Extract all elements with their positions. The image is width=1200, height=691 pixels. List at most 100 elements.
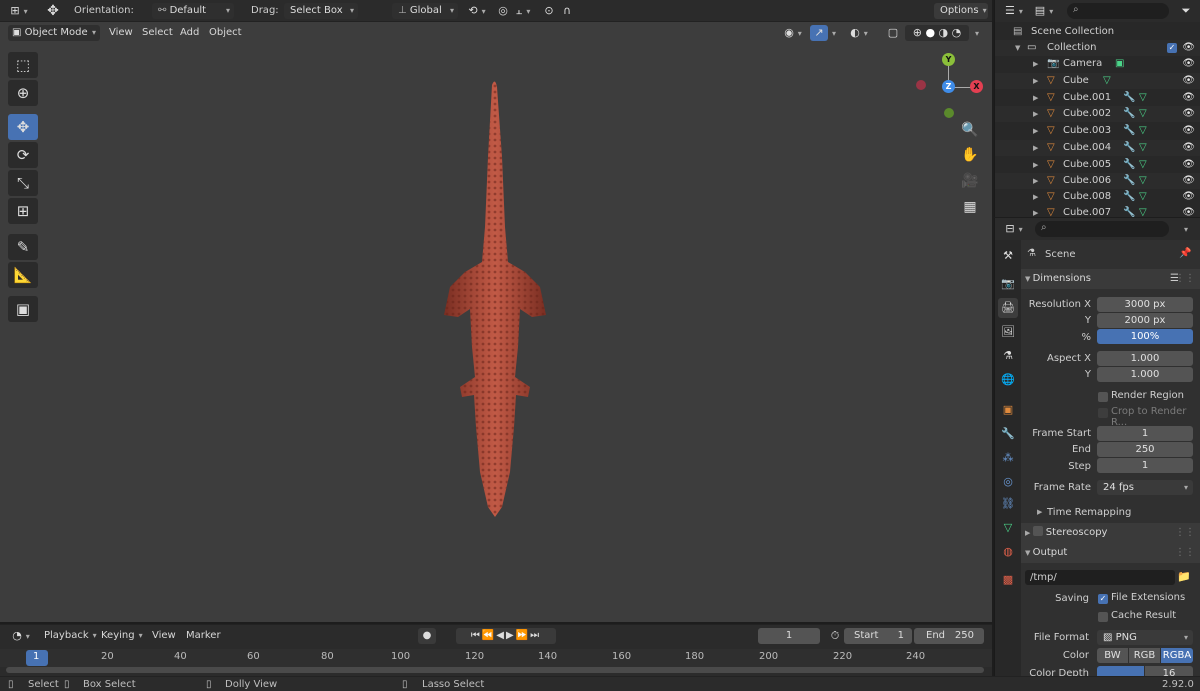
collection-checkbox[interactable]: ✓ bbox=[1167, 43, 1177, 53]
outliner-item[interactable]: ▶ ▽ Cube.006 🔧 ▽ 👁 bbox=[995, 173, 1200, 189]
timeline-scrollbar[interactable] bbox=[6, 667, 984, 673]
record-button[interactable]: ● bbox=[418, 628, 436, 644]
cache-result-checkbox[interactable] bbox=[1098, 612, 1108, 622]
transform-orientation-dropdown[interactable]: ⊥ Global ▾ bbox=[392, 3, 458, 19]
color-depth-8-button[interactable] bbox=[1097, 666, 1144, 676]
frame-start-field[interactable]: 1 bbox=[1097, 426, 1193, 441]
output-tab-icon[interactable]: 🖨 bbox=[998, 298, 1018, 318]
mesh-data-icon[interactable]: ▽ bbox=[1103, 73, 1111, 89]
rotate-tool-icon[interactable]: ⟳ bbox=[8, 142, 38, 168]
ortho-grid-icon[interactable]: ▦ bbox=[958, 196, 982, 218]
menu-select[interactable]: Select bbox=[142, 25, 173, 41]
end-frame-field[interactable]: End 250 bbox=[914, 628, 984, 644]
world-tab-icon[interactable]: 🌐 bbox=[998, 370, 1018, 390]
color-depth-16-button[interactable]: 16 bbox=[1145, 666, 1193, 676]
texture-tab-icon[interactable]: ▩ bbox=[998, 570, 1018, 590]
3d-viewport[interactable]: ▣ Object Mode ▾ View Select Add Object ◉ ▾… bbox=[0, 22, 992, 622]
outliner-item[interactable]: ▶ ▽ Cube.003 🔧 ▽ 👁 bbox=[995, 123, 1200, 139]
outliner-item[interactable]: ▶ ▽ Cube.005 🔧 ▽ 👁 bbox=[995, 157, 1200, 173]
gizmo-dropdown-icon[interactable]: ▾ bbox=[828, 25, 840, 41]
time-remapping-subpanel[interactable]: Time Remapping bbox=[1047, 507, 1131, 518]
zoom-icon[interactable]: 🔍 bbox=[958, 119, 982, 141]
falloff-icon[interactable]: ∩ bbox=[558, 3, 576, 19]
resolution-percent-field[interactable]: 100% bbox=[1097, 329, 1193, 344]
frame-ruler[interactable]: 1 20 40 60 80 100 120 140 160 180 200 22… bbox=[0, 649, 992, 667]
pin-icon[interactable]: 📌 bbox=[1179, 248, 1191, 259]
eye-icon[interactable]: 👁 bbox=[1182, 140, 1195, 156]
gizmo-toggle-icon[interactable]: ↗ bbox=[810, 25, 828, 41]
menu-playback[interactable]: Playback ▾ bbox=[44, 628, 97, 644]
data-tab-icon[interactable]: ▽ bbox=[998, 518, 1018, 538]
constraints-tab-icon[interactable]: ⛓ bbox=[998, 494, 1018, 514]
start-frame-field[interactable]: Start 1 bbox=[844, 628, 912, 644]
modifier-wrench-icon[interactable]: 🔧 bbox=[1123, 157, 1135, 173]
jump-end-icon[interactable]: ⏭ bbox=[530, 630, 541, 641]
expand-icon[interactable]: ▶ bbox=[1033, 73, 1038, 89]
expand-icon[interactable]: ▶ bbox=[1033, 173, 1038, 189]
visibility-icon[interactable]: ◉ ▾ bbox=[780, 25, 806, 41]
drag-handle-icon[interactable]: ⋮⋮ bbox=[1175, 269, 1195, 289]
menu-object[interactable]: Object bbox=[209, 25, 242, 41]
editor-type-icon[interactable]: ⊞ ▾ bbox=[6, 3, 32, 19]
transform-tool-icon[interactable]: ⊞ bbox=[8, 198, 38, 224]
menu-keying[interactable]: Keying ▾ bbox=[101, 628, 143, 644]
expand-icon[interactable]: ▶ bbox=[1033, 140, 1038, 156]
eye-icon[interactable]: 👁 bbox=[1182, 123, 1195, 139]
expand-icon[interactable]: ▶ bbox=[1033, 123, 1038, 139]
outliner-editor-type-icon[interactable]: ☰ ▾ bbox=[1001, 3, 1027, 19]
mesh-data-icon[interactable]: ▽ bbox=[1139, 173, 1147, 189]
physics-tab-icon[interactable]: ◎ bbox=[998, 472, 1018, 492]
z-axis-handle[interactable]: Z bbox=[942, 80, 955, 93]
orientation-dropdown[interactable]: ⚯ Default ▾ bbox=[152, 3, 234, 19]
rendered-shading-icon[interactable]: ◔ bbox=[952, 26, 962, 39]
collection-row[interactable]: ▼ ▭ Collection ✓ 👁 bbox=[995, 40, 1200, 56]
resolution-y-field[interactable]: 2000 px bbox=[1097, 313, 1193, 328]
solid-shading-icon[interactable]: ● bbox=[925, 26, 935, 39]
eye-icon[interactable]: 👁 bbox=[1182, 157, 1195, 173]
move-tool-icon[interactable]: ✥ bbox=[8, 114, 38, 140]
modifier-wrench-icon[interactable]: 🔧 bbox=[1123, 205, 1135, 217]
color-rgba-button[interactable]: RGBA bbox=[1161, 648, 1193, 663]
eye-icon[interactable]: 👁 bbox=[1182, 56, 1195, 72]
aspect-x-field[interactable]: 1.000 bbox=[1097, 351, 1193, 366]
color-rgb-button[interactable]: RGB bbox=[1129, 648, 1160, 663]
particles-tab-icon[interactable]: ⁂ bbox=[998, 448, 1018, 468]
modifier-wrench-icon[interactable]: 🔧 bbox=[1123, 189, 1135, 205]
frame-step-field[interactable]: 1 bbox=[1097, 458, 1193, 473]
neg-x-axis-handle[interactable] bbox=[916, 80, 926, 90]
object-tab-icon[interactable]: ▣ bbox=[998, 400, 1018, 420]
modifier-tab-icon[interactable]: 🔧 bbox=[998, 424, 1018, 444]
expand-icon[interactable]: ▶ bbox=[1033, 189, 1038, 205]
preview-range-icon[interactable]: ⏱ bbox=[826, 628, 844, 644]
dimensions-panel-header[interactable]: ▼ Dimensions ☰ ⋮⋮ bbox=[1021, 269, 1200, 289]
navigation-gizmo[interactable]: Y X Z bbox=[912, 50, 986, 124]
xray-icon[interactable]: ▢ bbox=[884, 25, 902, 41]
mesh-data-icon[interactable]: ▽ bbox=[1139, 106, 1147, 122]
aspect-y-field[interactable]: 1.000 bbox=[1097, 367, 1193, 382]
shading-dropdown-icon[interactable]: ▾ bbox=[970, 25, 984, 41]
modifier-wrench-icon[interactable]: 🔧 bbox=[1123, 173, 1135, 189]
eye-icon[interactable]: 👁 bbox=[1182, 205, 1195, 217]
eye-icon[interactable]: 👁 bbox=[1182, 73, 1195, 89]
measure-tool-icon[interactable]: 📐 bbox=[8, 262, 38, 288]
modifier-wrench-icon[interactable]: 🔧 bbox=[1123, 140, 1135, 156]
crocodile-model[interactable] bbox=[420, 77, 570, 522]
outliner-item[interactable]: ▶ ▽ Cube.007 🔧 ▽ 👁 bbox=[995, 205, 1200, 217]
proportional-edit-icon[interactable]: ⊙ bbox=[540, 3, 558, 19]
properties-options-icon[interactable]: ▾ bbox=[1177, 221, 1195, 237]
output-panel-header[interactable]: ▼ Output ⋮⋮ bbox=[1021, 543, 1200, 563]
properties-search-input[interactable]: ⌕ bbox=[1035, 221, 1169, 237]
frame-end-field[interactable]: 250 bbox=[1097, 442, 1193, 457]
select-box-tool-icon[interactable]: ⬚ bbox=[8, 52, 38, 78]
neg-y-axis-handle[interactable] bbox=[944, 108, 954, 118]
scale-tool-icon[interactable]: ⤡ bbox=[8, 170, 38, 196]
stereoscopy-panel-header[interactable]: ▶ Stereoscopy ⋮⋮ bbox=[1021, 523, 1200, 543]
view-layer-tab-icon[interactable]: 🖼 bbox=[998, 322, 1018, 342]
transform-move-icon[interactable]: ✥ bbox=[42, 3, 64, 19]
resolution-x-field[interactable]: 3000 px bbox=[1097, 297, 1193, 312]
pan-hand-icon[interactable]: ✋ bbox=[958, 144, 982, 166]
drag-handle-icon[interactable]: ⋮⋮ bbox=[1175, 543, 1195, 563]
outliner-item[interactable]: ▶ ▽ Cube.008 🔧 ▽ 👁 bbox=[995, 189, 1200, 205]
render-region-checkbox[interactable] bbox=[1098, 392, 1108, 402]
play-reverse-icon[interactable]: ◀ bbox=[496, 630, 506, 641]
